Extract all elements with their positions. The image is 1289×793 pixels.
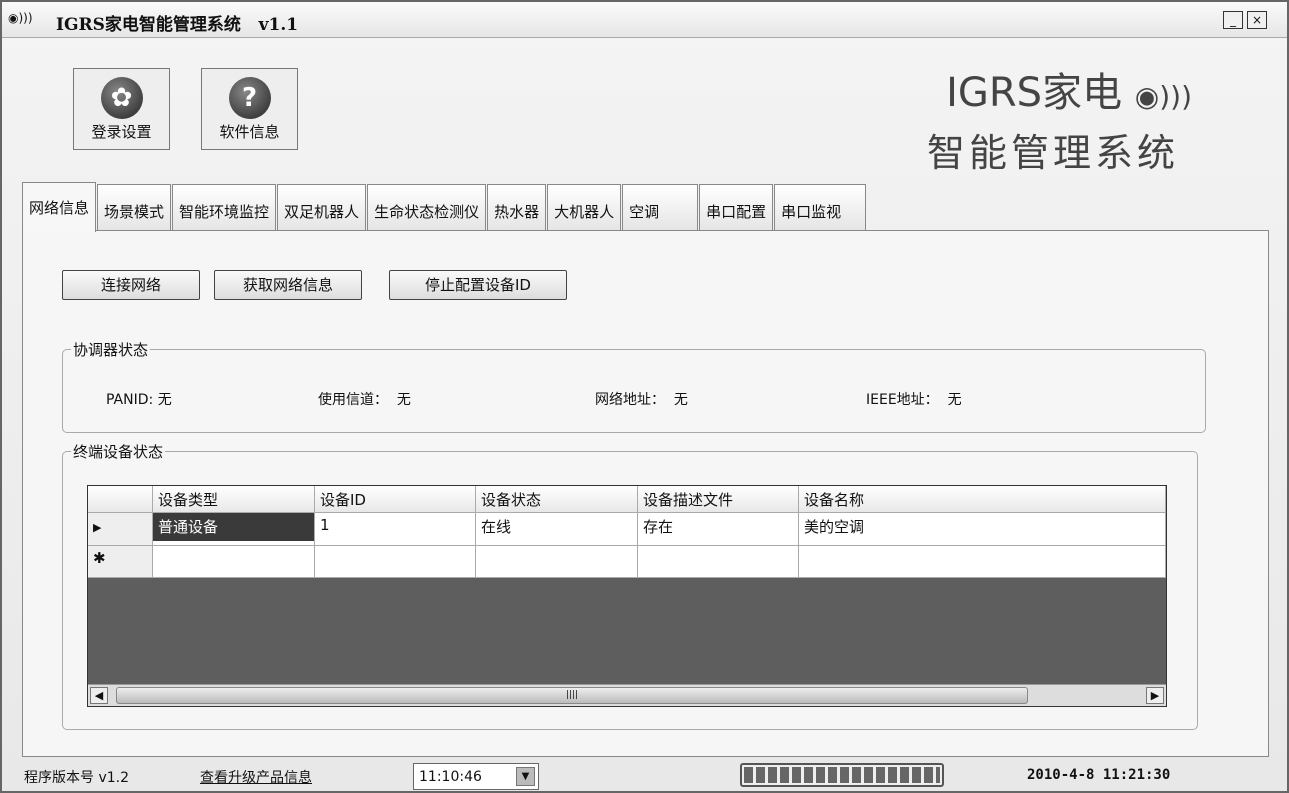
new-row[interactable]: ✱: [88, 546, 1166, 578]
program-version: 程序版本号 v1.2: [24, 770, 129, 786]
network-address-field: 网络地址： 无: [595, 389, 688, 409]
channel-label: 使用信道：: [318, 392, 388, 408]
software-info-button[interactable]: ? 软件信息: [201, 68, 298, 150]
tab-environment-monitor[interactable]: 智能环境监控: [172, 184, 277, 232]
progress-bar: [740, 763, 944, 787]
tab-water-heater[interactable]: 热水器: [487, 184, 547, 232]
tab-serial-config[interactable]: 串口配置: [699, 184, 774, 232]
login-settings-label: 登录设置: [91, 123, 152, 141]
ieee-address-field: IEEE地址： 无: [866, 389, 962, 409]
table-cell[interactable]: [153, 546, 315, 578]
progress-fill: [744, 767, 940, 783]
column-header[interactable]: 设备描述文件: [638, 486, 799, 513]
current-datetime: 2010-4-8 11:21:30: [1027, 767, 1171, 783]
table-cell[interactable]: 在线: [476, 513, 638, 546]
device-table: 设备类型 设备ID 设备状态 设备描述文件 设备名称 ▶ 普通设备 1 在线 存…: [87, 485, 1167, 707]
tab-big-robot[interactable]: 大机器人: [547, 184, 622, 232]
tab-scene-mode[interactable]: 场景模式: [97, 184, 172, 232]
panid-field: PANID: 无: [106, 389, 172, 409]
network-address-label: 网络地址：: [595, 392, 665, 408]
panid-label: PANID:: [106, 392, 154, 408]
scroll-thumb[interactable]: ||||: [116, 687, 1028, 704]
time-value: 11:10:46: [419, 769, 482, 785]
chevron-down-icon[interactable]: ▼: [516, 767, 535, 786]
help-icon: ?: [228, 77, 271, 119]
new-row-marker: ✱: [88, 546, 153, 578]
table-cell[interactable]: [315, 546, 476, 578]
network-address-value: 无: [673, 392, 688, 408]
cell-wrap: 普通设备: [153, 513, 315, 546]
tab-bar: 网络信息 场景模式 智能环境监控 双足机器人 生命状态检测仪 热水器 大机器人 …: [22, 182, 867, 232]
upgrade-info-link[interactable]: 查看升级产品信息: [200, 767, 312, 787]
column-header[interactable]: 设备状态: [476, 486, 638, 513]
scroll-left-button[interactable]: ◀: [90, 687, 108, 704]
table-cell[interactable]: 存在: [638, 513, 799, 546]
column-header[interactable]: 设备ID: [315, 486, 476, 513]
horizontal-scrollbar[interactable]: ◀ |||| ▶: [88, 684, 1166, 706]
title-bar: ◉))) IGRS家电智能管理系统 v1.1 _ ×: [2, 2, 1287, 38]
login-settings-button[interactable]: ✿ 登录设置: [73, 68, 170, 150]
minimize-button[interactable]: _: [1223, 11, 1243, 29]
window-title: IGRS家电智能管理系统 v1.1: [56, 10, 298, 35]
tab-vital-monitor[interactable]: 生命状态检测仪: [367, 184, 487, 232]
table-cell[interactable]: 1: [315, 513, 476, 546]
connect-network-button[interactable]: 连接网络: [62, 270, 200, 300]
title-version: v1.1: [258, 15, 299, 35]
ieee-address-label: IEEE地址：: [866, 392, 939, 408]
signal-icon: ◉))): [1134, 80, 1192, 113]
coordinator-status-legend: 协调器状态: [71, 339, 151, 360]
column-header[interactable]: 设备类型: [153, 486, 315, 513]
logo: IGRS家电 ◉))): [946, 70, 1192, 120]
logo-line1: IGRS家电: [946, 70, 1123, 116]
title-text: IGRS家电智能管理系统: [56, 15, 241, 35]
table-header: 设备类型 设备ID 设备状态 设备描述文件 设备名称: [88, 486, 1166, 513]
tab-biped-robot[interactable]: 双足机器人: [277, 184, 367, 232]
table-cell[interactable]: 普通设备: [153, 513, 314, 541]
ieee-address-value: 无: [947, 392, 962, 408]
row-header-corner: [88, 486, 153, 513]
stop-config-device-id-button[interactable]: 停止配置设备ID: [389, 270, 567, 300]
table-cell[interactable]: 美的空调: [799, 513, 1166, 546]
terminal-device-legend: 终端设备状态: [71, 441, 166, 462]
column-header[interactable]: 设备名称: [799, 486, 1166, 513]
panid-value: 无: [157, 392, 172, 408]
logo-line2: 智能管理系统: [926, 131, 1179, 175]
time-dropdown[interactable]: 11:10:46 ▼: [413, 763, 539, 790]
gear-flower-icon: ✿: [100, 77, 143, 119]
channel-value: 无: [396, 392, 411, 408]
scroll-right-button[interactable]: ▶: [1146, 687, 1164, 704]
tab-serial-monitor[interactable]: 串口监视: [774, 184, 867, 232]
close-button[interactable]: ×: [1247, 11, 1267, 29]
software-info-label: 软件信息: [219, 123, 280, 141]
app-signal-icon: ◉))): [8, 11, 33, 25]
tab-network-info[interactable]: 网络信息: [22, 182, 97, 232]
table-cell[interactable]: [799, 546, 1166, 578]
tab-air-conditioner[interactable]: 空调: [622, 184, 699, 232]
table-row[interactable]: ▶ 普通设备 1 在线 存在 美的空调: [88, 513, 1166, 546]
main-window: ◉))) IGRS家电智能管理系统 v1.1 _ × ✿ 登录设置 ? 软件信息…: [0, 0, 1289, 793]
channel-field: 使用信道： 无: [318, 389, 411, 409]
table-cell[interactable]: [638, 546, 799, 578]
table-cell[interactable]: [476, 546, 638, 578]
get-network-info-button[interactable]: 获取网络信息: [214, 270, 362, 300]
current-row-marker: ▶: [88, 513, 153, 546]
